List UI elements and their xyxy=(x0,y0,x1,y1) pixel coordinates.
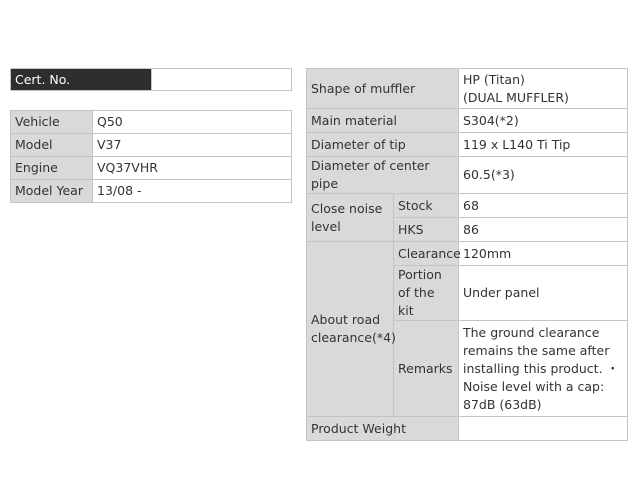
table-row: Diameter of center pipe 60.5(*3) xyxy=(306,156,628,194)
vehicle-label: Vehicle xyxy=(10,110,93,134)
stock-label: Stock xyxy=(393,193,459,218)
main-material-value: S304(*2) xyxy=(458,108,628,133)
diameter-of-center-pipe-label: Diameter of center pipe xyxy=(306,156,459,194)
table-row: Engine VQ37VHR xyxy=(10,156,292,180)
shape-of-muffler-value-line2: (DUAL MUFFLER) xyxy=(463,89,569,105)
hks-value: 86 xyxy=(458,217,628,242)
cert-row: Cert. No. xyxy=(10,68,292,91)
shape-of-muffler-label: Shape of muffler xyxy=(306,68,459,109)
specs-table: Shape of muffler HP (Titan) (DUAL MUFFLE… xyxy=(306,68,628,441)
table-row: Shape of muffler HP (Titan) (DUAL MUFFLE… xyxy=(306,68,628,109)
clearance-value: 120mm xyxy=(458,241,628,266)
vehicle-table: Vehicle Q50 Model V37 Engine VQ37VHR Mod… xyxy=(10,110,292,203)
main-material-label: Main material xyxy=(306,108,459,133)
cert-table: Cert. No. xyxy=(10,68,292,91)
stock-value: 68 xyxy=(458,193,628,218)
table-row: Product Weight xyxy=(306,416,628,441)
model-year-value: 13/08 - xyxy=(92,179,292,203)
shape-of-muffler-value: HP (Titan) (DUAL MUFFLER) xyxy=(458,68,628,109)
engine-label: Engine xyxy=(10,156,93,180)
remarks-label: Remarks xyxy=(393,320,459,417)
model-value: V37 xyxy=(92,133,292,157)
product-weight-label: Product Weight xyxy=(306,416,459,441)
model-year-label: Model Year xyxy=(10,179,93,203)
table-row: Diameter of tip 119 x L140 Ti Tip xyxy=(306,132,628,157)
cert-value xyxy=(151,68,292,91)
close-noise-level-label: Close noise level xyxy=(306,193,394,242)
diameter-of-center-pipe-value: 60.5(*3) xyxy=(458,156,628,194)
engine-value: VQ37VHR xyxy=(92,156,292,180)
remarks-value: The ground clearance remains the same af… xyxy=(458,320,628,417)
about-road-clearance-label: About road clearance(*4) xyxy=(306,241,396,417)
hks-label: HKS xyxy=(393,217,459,242)
table-row: Vehicle Q50 xyxy=(10,110,292,134)
diameter-of-tip-value: 119 x L140 Ti Tip xyxy=(458,132,628,157)
shape-of-muffler-value-line1: HP (Titan) xyxy=(463,71,525,87)
table-row: Model Year 13/08 - xyxy=(10,179,292,203)
vehicle-value: Q50 xyxy=(92,110,292,134)
table-row: Model V37 xyxy=(10,133,292,157)
diameter-of-tip-label: Diameter of tip xyxy=(306,132,459,157)
table-row: Main material S304(*2) xyxy=(306,108,628,133)
table-row: Close noise level Stock 68 xyxy=(306,193,628,242)
portion-of-kit-value: Under panel xyxy=(458,265,628,321)
model-label: Model xyxy=(10,133,93,157)
cert-label: Cert. No. xyxy=(10,68,152,91)
portion-of-kit-label: Portion of the kit xyxy=(393,265,459,321)
product-weight-value xyxy=(458,416,628,441)
clearance-label: Clearance xyxy=(393,241,461,266)
table-row: About road clearance(*4) Clearance 120mm xyxy=(306,241,628,417)
